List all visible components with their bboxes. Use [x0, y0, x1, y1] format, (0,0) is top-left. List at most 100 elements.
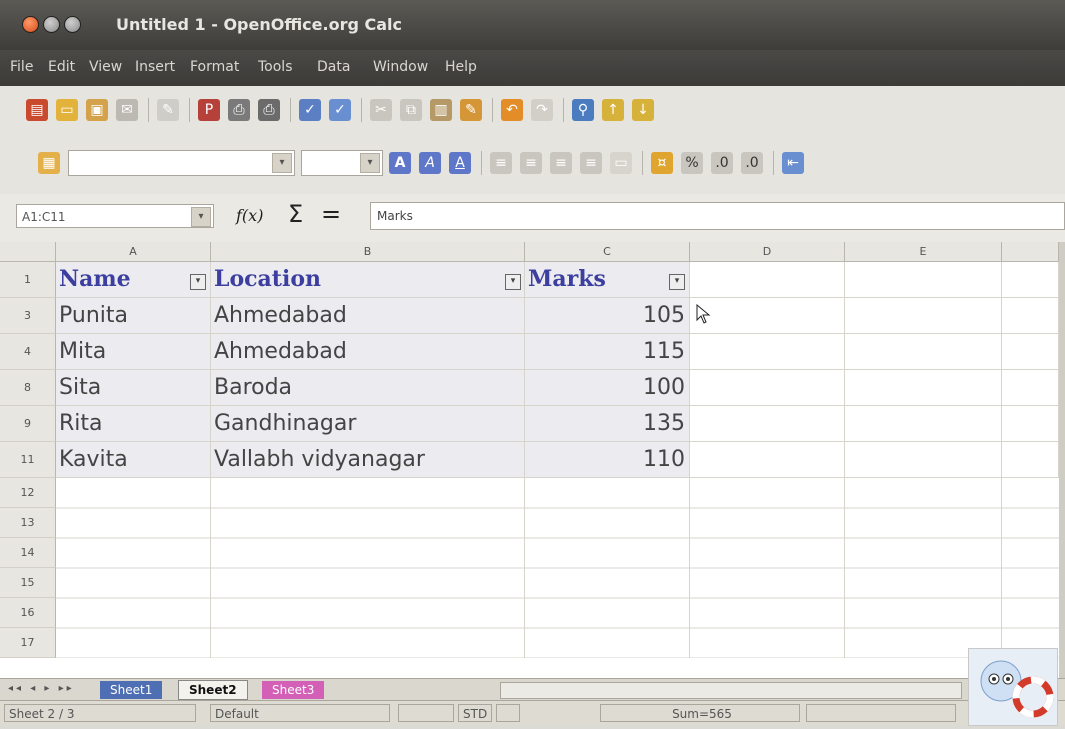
new-document-icon[interactable]: ▤ [26, 99, 48, 121]
cell-marks[interactable]: 105 [525, 298, 690, 334]
chevron-down-icon[interactable]: ▾ [360, 153, 380, 173]
cell-marks[interactable]: 135 [525, 406, 690, 442]
cell[interactable] [690, 442, 845, 478]
column-header-f[interactable] [1002, 242, 1059, 262]
cell-location[interactable]: Baroda [211, 370, 525, 406]
cell[interactable] [845, 298, 1002, 334]
row-header[interactable]: 15 [0, 568, 56, 598]
edit-file-icon[interactable]: ✎ [157, 99, 179, 121]
menu-edit[interactable]: Edit [48, 59, 75, 75]
row-header[interactable]: 8 [0, 370, 56, 406]
autofilter-button[interactable]: ▾ [505, 274, 521, 290]
cell[interactable] [1002, 406, 1059, 442]
row-header[interactable]: 17 [0, 628, 56, 658]
cell[interactable] [845, 442, 1002, 478]
italic-icon[interactable]: A [419, 152, 441, 174]
column-header-b[interactable]: B [211, 242, 525, 262]
minimize-window-button[interactable] [43, 16, 60, 33]
cell-marks[interactable]: 110 [525, 442, 690, 478]
cell[interactable] [845, 406, 1002, 442]
row-header[interactable]: 11 [0, 442, 56, 478]
page-style[interactable]: Default [210, 704, 390, 722]
sum-icon[interactable]: Σ [288, 200, 303, 228]
name-box[interactable]: A1:C11 ▾ [16, 204, 214, 228]
autofilter-button[interactable]: ▾ [190, 274, 206, 290]
function-wizard-icon[interactable]: f(x) [236, 206, 263, 225]
formula-input[interactable]: Marks [370, 202, 1065, 230]
zoom-field[interactable] [398, 704, 454, 722]
header-cell-location[interactable]: Location ▾ [211, 262, 525, 298]
row-header[interactable]: 12 [0, 478, 56, 508]
justify-icon[interactable]: ≡ [580, 152, 602, 174]
autofilter-button[interactable]: ▾ [669, 274, 685, 290]
cell-name[interactable]: Rita [56, 406, 211, 442]
header-cell-marks[interactable]: Marks ▾ [525, 262, 690, 298]
email-icon[interactable]: ✉ [116, 99, 138, 121]
cell-name[interactable]: Mita [56, 334, 211, 370]
select-all-corner[interactable] [0, 242, 56, 262]
row-header[interactable]: 4 [0, 334, 56, 370]
format-paintbrush-icon[interactable]: ✎ [460, 99, 482, 121]
print-preview-icon[interactable]: ⎙ [258, 99, 280, 121]
align-right-icon[interactable]: ≡ [550, 152, 572, 174]
cell[interactable] [690, 334, 845, 370]
spreadsheet-grid[interactable]: A B C D E 1 Name ▾ Location ▾ Marks ▾ 3 … [0, 242, 1065, 678]
cell-location[interactable]: Ahmedabad [211, 334, 525, 370]
menu-tools[interactable]: Tools [258, 59, 293, 75]
horizontal-scrollbar[interactable] [500, 682, 962, 699]
cut-icon[interactable]: ✂ [370, 99, 392, 121]
maximize-window-button[interactable] [64, 16, 81, 33]
column-header-c[interactable]: C [525, 242, 690, 262]
menu-data[interactable]: Data [317, 59, 350, 75]
cell-location[interactable]: Gandhinagar [211, 406, 525, 442]
sheet-nav-arrows-icon[interactable]: ◂◂ ◂ ▸ ▸▸ [8, 683, 75, 694]
align-center-icon[interactable]: ≡ [520, 152, 542, 174]
column-header-a[interactable]: A [56, 242, 211, 262]
merge-cells-icon[interactable]: ▭ [610, 152, 632, 174]
cell[interactable] [690, 298, 845, 334]
sort-descending-icon[interactable]: ↓ [632, 99, 654, 121]
menu-file[interactable]: File [10, 59, 33, 75]
row-header[interactable]: 14 [0, 538, 56, 568]
row-header[interactable]: 1 [0, 262, 56, 298]
row-header[interactable]: 13 [0, 508, 56, 538]
cell-marks[interactable]: 115 [525, 334, 690, 370]
function-icon[interactable]: = [321, 200, 341, 228]
cell[interactable] [1002, 442, 1059, 478]
export-pdf-icon[interactable]: P [198, 99, 220, 121]
cell[interactable] [845, 370, 1002, 406]
paste-icon[interactable]: ▥ [430, 99, 452, 121]
menu-format[interactable]: Format [190, 59, 239, 75]
cell[interactable] [1002, 262, 1059, 298]
open-folder-icon[interactable]: ▭ [56, 99, 78, 121]
chevron-down-icon[interactable]: ▾ [191, 207, 211, 227]
vertical-scrollbar[interactable] [1059, 242, 1065, 678]
styles-formatting-icon[interactable]: ▦ [38, 152, 60, 174]
menu-view[interactable]: View [89, 59, 122, 75]
sort-ascending-icon[interactable]: ↑ [602, 99, 624, 121]
tab-sheet3[interactable]: Sheet3 [262, 681, 325, 699]
decrease-indent-icon[interactable]: ⇤ [782, 152, 804, 174]
autospellcheck-icon[interactable]: ✓ [329, 99, 351, 121]
menu-insert[interactable]: Insert [135, 59, 175, 75]
close-window-button[interactable] [22, 16, 39, 33]
print-icon[interactable]: ⎙ [228, 99, 250, 121]
font-name-combo[interactable]: ▾ [68, 150, 295, 176]
cell[interactable] [1002, 334, 1059, 370]
bold-icon[interactable]: A [389, 152, 411, 174]
chevron-down-icon[interactable]: ▾ [272, 153, 292, 173]
cell-name[interactable]: Punita [56, 298, 211, 334]
add-decimal-icon[interactable]: .0 [711, 152, 733, 174]
row-header[interactable]: 3 [0, 298, 56, 334]
undo-icon[interactable]: ↶ [501, 99, 523, 121]
delete-decimal-icon[interactable]: .0 [741, 152, 763, 174]
cell[interactable] [845, 262, 1002, 298]
hyperlink-icon[interactable]: ⚲ [572, 99, 594, 121]
cell[interactable] [690, 406, 845, 442]
copy-icon[interactable]: ⧉ [400, 99, 422, 121]
cell-name[interactable]: Kavita [56, 442, 211, 478]
font-size-combo[interactable]: ▾ [301, 150, 383, 176]
cell[interactable] [690, 370, 845, 406]
header-cell-name[interactable]: Name ▾ [56, 262, 211, 298]
tab-sheet1[interactable]: Sheet1 [100, 681, 163, 699]
